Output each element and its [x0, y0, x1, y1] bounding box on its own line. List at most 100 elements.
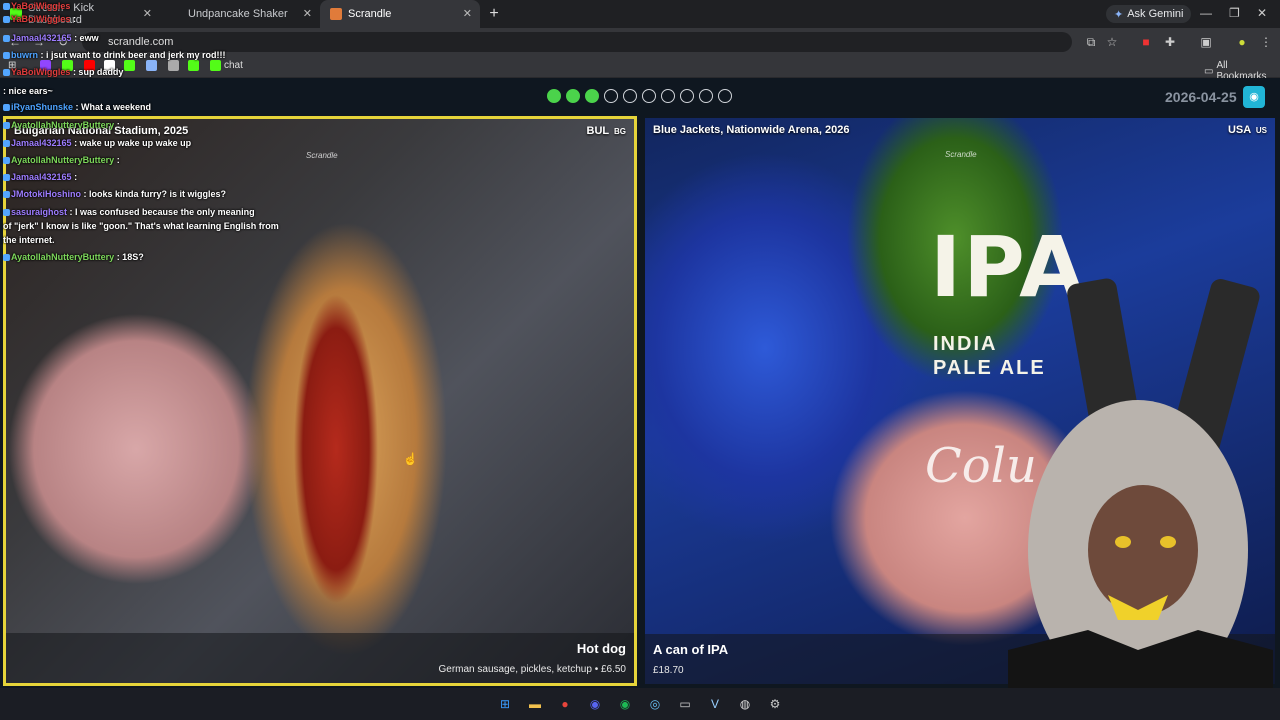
chat-badge-icon: [3, 209, 10, 217]
progress-dots: [547, 89, 732, 103]
obs-icon[interactable]: ◍: [734, 693, 756, 715]
chat-username: sasuraighost: [11, 207, 68, 217]
chat-username: Jamaal432165: [11, 138, 72, 148]
settings-icon[interactable]: ⚙: [764, 693, 786, 715]
bookmark-refresh[interactable]: [146, 60, 157, 71]
signal-icon: [188, 60, 199, 71]
country-code: USA: [1227, 124, 1251, 136]
progress-dot: [680, 89, 694, 103]
country-code: BUL: [586, 125, 609, 137]
chat-text: : eww: [71, 33, 99, 43]
extension-icon[interactable]: ■: [1139, 35, 1153, 49]
hotdog-photo: [6, 119, 634, 683]
menu-icon[interactable]: ⋮: [1259, 35, 1273, 49]
country-label: BUL BG: [587, 125, 626, 137]
eye-toggle-button[interactable]: ◉: [1243, 86, 1265, 108]
chat-username: YaBoiWiggles: [11, 67, 71, 77]
watermark: Scrandle: [306, 151, 338, 160]
scrandle-icon: [330, 8, 342, 20]
close-icon[interactable]: ✕: [463, 7, 472, 20]
chat-text: of "jerk" I know is like "goon." That's …: [3, 221, 279, 231]
new-tab-button[interactable]: +: [480, 0, 508, 28]
bookmark-discord[interactable]: [168, 60, 179, 71]
bookmark-chat[interactable]: chat: [210, 60, 243, 71]
progress-dot: [642, 89, 656, 103]
bookmark-kick-2[interactable]: [124, 60, 135, 71]
chat-username: Jamaal432165: [11, 33, 72, 43]
terminal-icon[interactable]: ▭: [674, 693, 696, 715]
taskbar: ⊞ ▬ ● ◉ ◉ ◎ ▭ V ◍ ⚙: [0, 688, 1280, 720]
chat-message: Jamaal432165 : wake up wake up wake up: [3, 138, 191, 148]
bookmark-stats[interactable]: [188, 60, 199, 71]
windows-start-icon[interactable]: ⊞: [494, 693, 516, 715]
close-icon[interactable]: ✕: [303, 7, 312, 20]
vtube-icon[interactable]: V: [704, 693, 726, 715]
chat-text: :: [114, 120, 120, 130]
chat-text: : sup daddy: [70, 67, 124, 77]
chrome-icon[interactable]: ●: [554, 693, 576, 715]
profile-avatar-icon[interactable]: ●: [1235, 35, 1249, 49]
file-explorer-icon[interactable]: ▬: [524, 693, 546, 715]
ask-gemini-button[interactable]: ✦ Ask Gemini: [1106, 5, 1192, 23]
chat-badge-icon: [3, 104, 10, 112]
chat-message: AyatollahNutteryButtery :: [3, 120, 120, 130]
progress-dot: [699, 89, 713, 103]
watermark: Scrandle: [945, 150, 977, 159]
chat-username: buwrn: [11, 50, 38, 60]
hand-cursor-icon: ☝: [403, 452, 418, 466]
extensions-puzzle-icon[interactable]: ✚: [1163, 35, 1177, 49]
progress-dot: [604, 89, 618, 103]
close-window-button[interactable]: ✕: [1257, 6, 1267, 20]
chat-text: : wake up wake up wake up: [71, 138, 192, 148]
chat-message: buwrn : i jsut want to drink beer and je…: [3, 50, 226, 60]
chat-text: : I was confused because the only meanin…: [67, 207, 255, 217]
maximize-button[interactable]: ❐: [1229, 6, 1240, 20]
item-detail: £18.70: [653, 665, 684, 676]
chat-text: the internet.: [3, 235, 55, 245]
chat-username: AyatollahNutteryButtery: [11, 120, 115, 130]
chat-badge-icon: [3, 122, 10, 130]
chat-badge-icon: [3, 157, 10, 165]
minimize-button[interactable]: —: [1200, 6, 1212, 20]
chat-username: AyatollahNutteryButtery: [11, 155, 115, 165]
chat-username: AyatollahNutteryButtery: [11, 252, 115, 262]
tab-undpancake[interactable]: Undpancake Shaker ✕: [160, 0, 320, 28]
progress-dot: [547, 89, 561, 103]
tab-bar: Stream - Kick Dashboard ✕ Undpancake Sha…: [0, 0, 1280, 28]
spotify-icon[interactable]: ◉: [614, 693, 636, 715]
chat-text: : nice ears~: [3, 86, 53, 96]
sidepanel-icon[interactable]: ▣: [1199, 35, 1213, 49]
close-icon[interactable]: ✕: [143, 7, 152, 20]
bookmark-chat-label: chat: [224, 60, 243, 71]
star-icon[interactable]: ☆: [1105, 35, 1119, 49]
steam-icon[interactable]: ◎: [644, 693, 666, 715]
flag-icon: BG: [614, 127, 626, 136]
chat-message: YaBoiWiggles: [3, 1, 70, 11]
vtuber-avatar: [1008, 278, 1273, 720]
chat-badge-icon: [3, 3, 10, 11]
chat-text: : i jsut want to drink beer and jerk my …: [38, 50, 226, 60]
chat-username: YaBoiWiggles: [11, 1, 71, 11]
sync-icon: [146, 60, 157, 71]
chat-username: Jamaal432165: [11, 172, 72, 182]
chat-badge-icon: [3, 254, 10, 262]
eye-icon: ◉: [1249, 91, 1259, 103]
item-name: A can of IPA: [653, 642, 729, 657]
discord-icon[interactable]: ◉: [584, 693, 606, 715]
chat-text: :: [114, 155, 120, 165]
gemini-icon: ✦: [1114, 8, 1124, 21]
cast-icon[interactable]: ⧉: [1084, 35, 1098, 49]
chat-badge-icon: [3, 140, 10, 148]
chat-message: of "jerk" I know is like "goon." That's …: [3, 221, 279, 231]
chat-message: : nice ears~: [3, 86, 53, 96]
chat-message: YaBoiWiggles : sup daddy: [3, 67, 123, 77]
chat-message: Jamaal432165 :: [3, 172, 77, 182]
progress-dot: [718, 89, 732, 103]
chat-text: :: [71, 172, 78, 182]
flag-icon: US: [1255, 126, 1267, 135]
chat-username: YaBoiWiggles: [11, 14, 71, 24]
url-input[interactable]: scrandle.com: [82, 32, 1072, 52]
tab-scrandle[interactable]: Scrandle ✕: [320, 0, 480, 28]
choice-card-left[interactable]: Bulgarian National Stadium, 2025 BUL BG …: [3, 116, 637, 686]
item-caption: Hot dog German sausage, pickles, ketchup…: [6, 633, 634, 683]
